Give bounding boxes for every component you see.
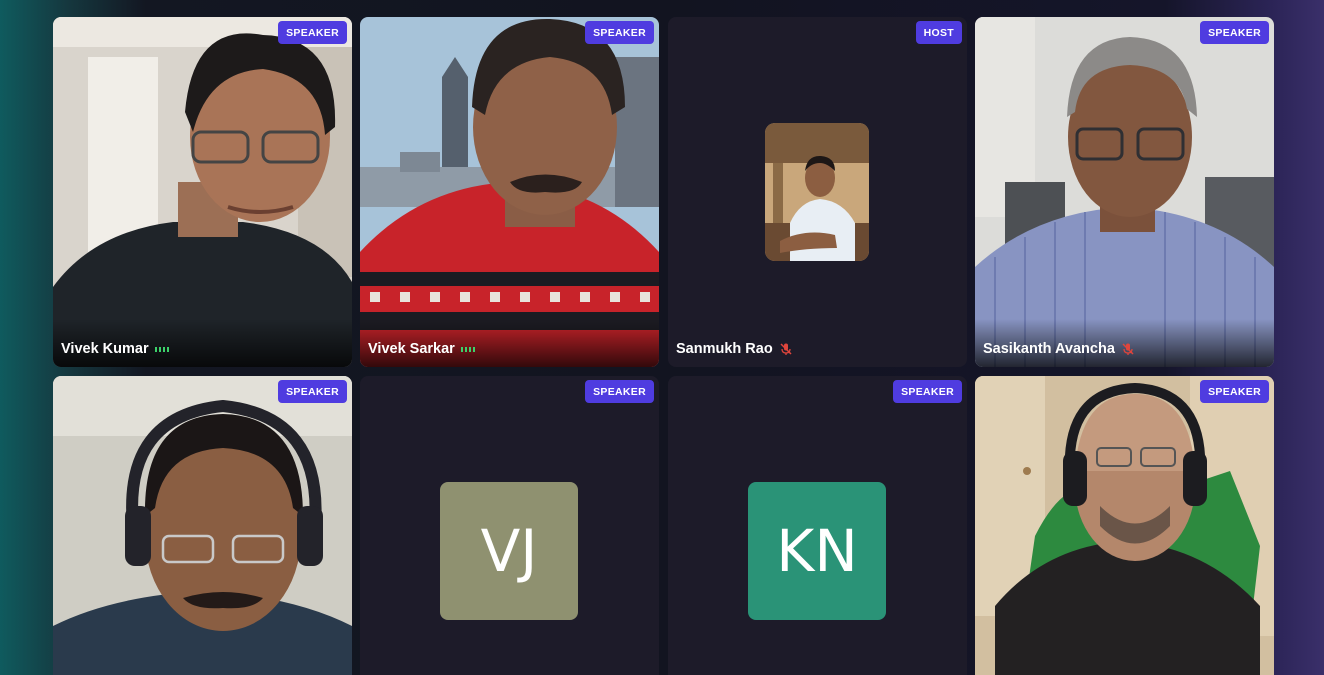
- video-grid: SPEAKER Vivek Kumar SPEAKER Vivek Sarkar…: [0, 0, 1324, 675]
- participant-tile-vivek-sarkar[interactable]: SPEAKER Vivek Sarkar: [360, 17, 659, 367]
- participant-video: [975, 376, 1274, 675]
- speaker-badge: SPEAKER: [1200, 380, 1269, 403]
- participant-video: [53, 376, 352, 675]
- speaker-badge: SPEAKER: [278, 380, 347, 403]
- speaker-badge: SPEAKER: [893, 380, 962, 403]
- participant-video: [975, 17, 1274, 367]
- participant-tile-vivek-kumar[interactable]: SPEAKER Vivek Kumar: [53, 17, 352, 367]
- participant-tile-vj[interactable]: VJ SPEAKER: [360, 376, 659, 675]
- mic-muted-icon: [780, 343, 792, 355]
- participant-tile-sanmukh-rao[interactable]: HOST Sanmukh Rao: [668, 17, 967, 367]
- avatar-initials: KN: [748, 482, 886, 620]
- speaker-badge: SPEAKER: [585, 380, 654, 403]
- participant-name: Sasikanth Avancha: [983, 341, 1135, 357]
- speaker-badge: SPEAKER: [585, 21, 654, 44]
- audio-level-icon: [154, 346, 169, 352]
- participant-tile-kn[interactable]: KN SPEAKER: [668, 376, 967, 675]
- participant-video: [53, 17, 352, 367]
- avatar-initials: VJ: [440, 482, 578, 620]
- participant-name: Sanmukh Rao: [676, 341, 793, 357]
- speaker-badge: SPEAKER: [278, 21, 347, 44]
- audio-level-icon: [460, 346, 475, 352]
- participant-tile-sasikanth-avancha[interactable]: SPEAKER Sasikanth Avancha: [975, 17, 1274, 367]
- participant-name: Vivek Sarkar: [368, 341, 475, 357]
- host-badge: HOST: [915, 21, 962, 44]
- profile-photo: [765, 123, 869, 261]
- participant-name: Vivek Kumar: [61, 341, 169, 357]
- mic-muted-icon: [1122, 343, 1134, 355]
- participant-tile-5[interactable]: SPEAKER: [53, 376, 352, 675]
- participant-video: [360, 17, 659, 367]
- participant-tile-8[interactable]: SPEAKER: [975, 376, 1274, 675]
- speaker-badge: SPEAKER: [1200, 21, 1269, 44]
